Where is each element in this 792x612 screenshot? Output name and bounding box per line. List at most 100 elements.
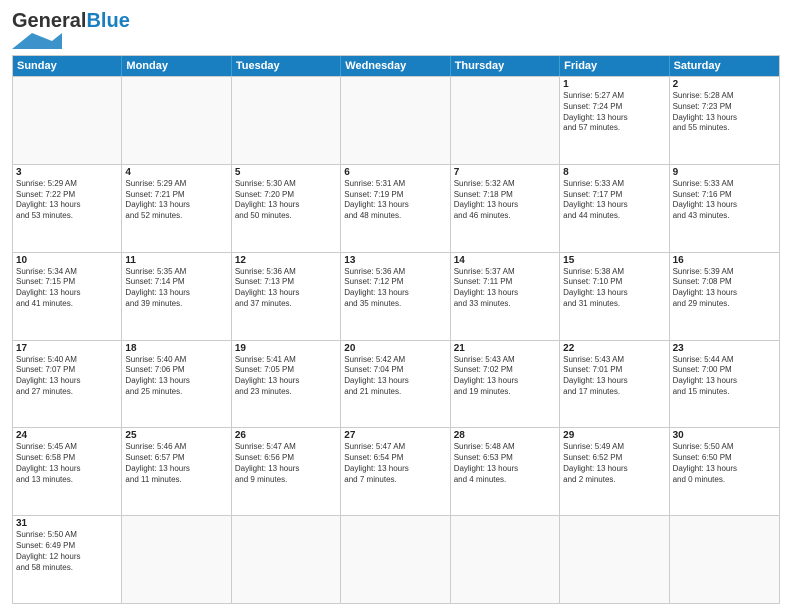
week-row-4: 17Sunrise: 5:40 AM Sunset: 7:07 PM Dayli… [13, 340, 779, 428]
day-info: Sunrise: 5:29 AM Sunset: 7:22 PM Dayligh… [16, 179, 118, 222]
cal-cell-2-3: 5Sunrise: 5:30 AM Sunset: 7:20 PM Daylig… [232, 165, 341, 252]
day-number: 13 [344, 255, 446, 266]
page: General Blue SundayMondayTuesdayWednesda… [0, 0, 792, 612]
day-number: 15 [563, 255, 665, 266]
cal-cell-3-5: 14Sunrise: 5:37 AM Sunset: 7:11 PM Dayli… [451, 253, 560, 340]
day-info: Sunrise: 5:41 AM Sunset: 7:05 PM Dayligh… [235, 355, 337, 398]
day-info: Sunrise: 5:40 AM Sunset: 7:06 PM Dayligh… [125, 355, 227, 398]
cal-cell-4-7: 23Sunrise: 5:44 AM Sunset: 7:00 PM Dayli… [670, 341, 779, 428]
header-day-thursday: Thursday [451, 56, 560, 76]
day-info: Sunrise: 5:44 AM Sunset: 7:00 PM Dayligh… [673, 355, 776, 398]
day-info: Sunrise: 5:47 AM Sunset: 6:54 PM Dayligh… [344, 442, 446, 485]
day-info: Sunrise: 5:28 AM Sunset: 7:23 PM Dayligh… [673, 91, 776, 134]
day-number: 3 [16, 167, 118, 178]
cal-cell-2-5: 7Sunrise: 5:32 AM Sunset: 7:18 PM Daylig… [451, 165, 560, 252]
day-number: 29 [563, 430, 665, 441]
day-info: Sunrise: 5:43 AM Sunset: 7:01 PM Dayligh… [563, 355, 665, 398]
day-info: Sunrise: 5:40 AM Sunset: 7:07 PM Dayligh… [16, 355, 118, 398]
week-row-1: 1Sunrise: 5:27 AM Sunset: 7:24 PM Daylig… [13, 76, 779, 164]
day-number: 1 [563, 79, 665, 90]
cal-cell-6-6 [560, 516, 669, 603]
day-info: Sunrise: 5:46 AM Sunset: 6:57 PM Dayligh… [125, 442, 227, 485]
calendar-body: 1Sunrise: 5:27 AM Sunset: 7:24 PM Daylig… [13, 76, 779, 603]
day-number: 26 [235, 430, 337, 441]
day-info: Sunrise: 5:48 AM Sunset: 6:53 PM Dayligh… [454, 442, 556, 485]
logo-general-text: General [12, 10, 86, 33]
day-info: Sunrise: 5:39 AM Sunset: 7:08 PM Dayligh… [673, 267, 776, 310]
logo: General Blue [12, 10, 130, 49]
day-number: 25 [125, 430, 227, 441]
day-info: Sunrise: 5:29 AM Sunset: 7:21 PM Dayligh… [125, 179, 227, 222]
day-number: 8 [563, 167, 665, 178]
day-info: Sunrise: 5:37 AM Sunset: 7:11 PM Dayligh… [454, 267, 556, 310]
day-info: Sunrise: 5:30 AM Sunset: 7:20 PM Dayligh… [235, 179, 337, 222]
cal-cell-5-4: 27Sunrise: 5:47 AM Sunset: 6:54 PM Dayli… [341, 428, 450, 515]
day-info: Sunrise: 5:34 AM Sunset: 7:15 PM Dayligh… [16, 267, 118, 310]
cal-cell-5-1: 24Sunrise: 5:45 AM Sunset: 6:58 PM Dayli… [13, 428, 122, 515]
day-number: 23 [673, 343, 776, 354]
day-number: 7 [454, 167, 556, 178]
cal-cell-2-6: 8Sunrise: 5:33 AM Sunset: 7:17 PM Daylig… [560, 165, 669, 252]
day-number: 11 [125, 255, 227, 266]
day-info: Sunrise: 5:33 AM Sunset: 7:16 PM Dayligh… [673, 179, 776, 222]
week-row-3: 10Sunrise: 5:34 AM Sunset: 7:15 PM Dayli… [13, 252, 779, 340]
cal-cell-5-2: 25Sunrise: 5:46 AM Sunset: 6:57 PM Dayli… [122, 428, 231, 515]
header-day-sunday: Sunday [13, 56, 122, 76]
header-day-monday: Monday [122, 56, 231, 76]
header: General Blue [12, 10, 780, 49]
cal-cell-1-5 [451, 77, 560, 164]
day-number: 30 [673, 430, 776, 441]
day-info: Sunrise: 5:50 AM Sunset: 6:49 PM Dayligh… [16, 530, 118, 573]
day-number: 6 [344, 167, 446, 178]
day-info: Sunrise: 5:35 AM Sunset: 7:14 PM Dayligh… [125, 267, 227, 310]
cal-cell-2-2: 4Sunrise: 5:29 AM Sunset: 7:21 PM Daylig… [122, 165, 231, 252]
cal-cell-6-3 [232, 516, 341, 603]
day-number: 19 [235, 343, 337, 354]
cal-cell-6-4 [341, 516, 450, 603]
cal-cell-6-1: 31Sunrise: 5:50 AM Sunset: 6:49 PM Dayli… [13, 516, 122, 603]
cal-cell-4-2: 18Sunrise: 5:40 AM Sunset: 7:06 PM Dayli… [122, 341, 231, 428]
week-row-6: 31Sunrise: 5:50 AM Sunset: 6:49 PM Dayli… [13, 515, 779, 603]
day-number: 4 [125, 167, 227, 178]
cal-cell-4-5: 21Sunrise: 5:43 AM Sunset: 7:02 PM Dayli… [451, 341, 560, 428]
day-info: Sunrise: 5:49 AM Sunset: 6:52 PM Dayligh… [563, 442, 665, 485]
header-day-wednesday: Wednesday [341, 56, 450, 76]
day-info: Sunrise: 5:43 AM Sunset: 7:02 PM Dayligh… [454, 355, 556, 398]
cal-cell-4-3: 19Sunrise: 5:41 AM Sunset: 7:05 PM Dayli… [232, 341, 341, 428]
day-info: Sunrise: 5:36 AM Sunset: 7:13 PM Dayligh… [235, 267, 337, 310]
day-number: 16 [673, 255, 776, 266]
cal-cell-2-7: 9Sunrise: 5:33 AM Sunset: 7:16 PM Daylig… [670, 165, 779, 252]
day-info: Sunrise: 5:27 AM Sunset: 7:24 PM Dayligh… [563, 91, 665, 134]
cal-cell-5-6: 29Sunrise: 5:49 AM Sunset: 6:52 PM Dayli… [560, 428, 669, 515]
cal-cell-2-4: 6Sunrise: 5:31 AM Sunset: 7:19 PM Daylig… [341, 165, 450, 252]
cal-cell-6-7 [670, 516, 779, 603]
day-info: Sunrise: 5:50 AM Sunset: 6:50 PM Dayligh… [673, 442, 776, 485]
cal-cell-2-1: 3Sunrise: 5:29 AM Sunset: 7:22 PM Daylig… [13, 165, 122, 252]
logo-blue-text: Blue [86, 10, 129, 33]
cal-cell-1-1 [13, 77, 122, 164]
logo-icon [12, 33, 62, 49]
day-number: 31 [16, 518, 118, 529]
cal-cell-5-7: 30Sunrise: 5:50 AM Sunset: 6:50 PM Dayli… [670, 428, 779, 515]
cal-cell-1-7: 2Sunrise: 5:28 AM Sunset: 7:23 PM Daylig… [670, 77, 779, 164]
calendar: SundayMondayTuesdayWednesdayThursdayFrid… [12, 55, 780, 604]
day-number: 10 [16, 255, 118, 266]
day-number: 12 [235, 255, 337, 266]
day-info: Sunrise: 5:31 AM Sunset: 7:19 PM Dayligh… [344, 179, 446, 222]
day-number: 14 [454, 255, 556, 266]
day-info: Sunrise: 5:42 AM Sunset: 7:04 PM Dayligh… [344, 355, 446, 398]
day-info: Sunrise: 5:45 AM Sunset: 6:58 PM Dayligh… [16, 442, 118, 485]
cal-cell-3-7: 16Sunrise: 5:39 AM Sunset: 7:08 PM Dayli… [670, 253, 779, 340]
header-day-friday: Friday [560, 56, 669, 76]
cal-cell-6-2 [122, 516, 231, 603]
week-row-2: 3Sunrise: 5:29 AM Sunset: 7:22 PM Daylig… [13, 164, 779, 252]
day-info: Sunrise: 5:47 AM Sunset: 6:56 PM Dayligh… [235, 442, 337, 485]
day-number: 5 [235, 167, 337, 178]
header-day-saturday: Saturday [670, 56, 779, 76]
cal-cell-4-4: 20Sunrise: 5:42 AM Sunset: 7:04 PM Dayli… [341, 341, 450, 428]
cal-cell-3-4: 13Sunrise: 5:36 AM Sunset: 7:12 PM Dayli… [341, 253, 450, 340]
cal-cell-3-2: 11Sunrise: 5:35 AM Sunset: 7:14 PM Dayli… [122, 253, 231, 340]
day-info: Sunrise: 5:38 AM Sunset: 7:10 PM Dayligh… [563, 267, 665, 310]
header-day-tuesday: Tuesday [232, 56, 341, 76]
cal-cell-3-1: 10Sunrise: 5:34 AM Sunset: 7:15 PM Dayli… [13, 253, 122, 340]
